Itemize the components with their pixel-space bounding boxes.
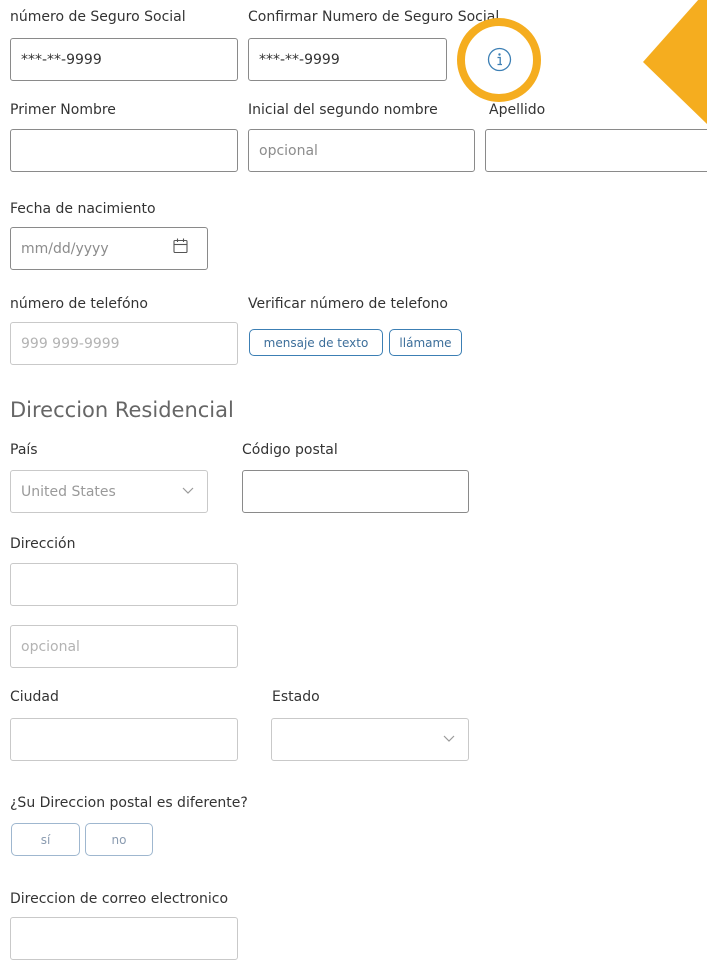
- phone-label: número de telefóno: [10, 296, 148, 312]
- address-line1-input[interactable]: [10, 563, 238, 606]
- zip-input[interactable]: [242, 470, 469, 513]
- country-label: País: [10, 442, 38, 458]
- pointer-arrow-shape: [643, 0, 707, 124]
- call-me-button[interactable]: llámame: [389, 329, 462, 356]
- mailing-different-question: ¿Su Direccion postal es diferente?: [10, 795, 248, 811]
- verify-phone-label: Verificar número de telefono: [248, 296, 448, 312]
- calendar-icon[interactable]: [173, 238, 188, 254]
- city-label: Ciudad: [10, 689, 59, 705]
- middle-initial-input[interactable]: [248, 129, 475, 172]
- state-label: Estado: [272, 689, 320, 705]
- first-name-label: Primer Nombre: [10, 102, 116, 118]
- first-name-input[interactable]: [10, 129, 238, 172]
- ssn-input[interactable]: [10, 38, 238, 81]
- mailing-no-button[interactable]: no: [85, 823, 153, 856]
- last-name-input[interactable]: [485, 129, 707, 172]
- chevron-down-icon: [182, 487, 194, 494]
- state-select[interactable]: [271, 718, 469, 761]
- phone-input[interactable]: [10, 322, 238, 365]
- email-input[interactable]: [10, 917, 238, 960]
- residential-address-title: Direccion Residencial: [10, 398, 234, 422]
- country-select-value: United States: [21, 483, 116, 500]
- confirm-ssn-input[interactable]: [248, 38, 447, 81]
- country-select[interactable]: United States: [10, 470, 208, 513]
- last-name-label: Apellido: [487, 102, 546, 119]
- chevron-down-icon: [443, 735, 455, 742]
- zip-label: Código postal: [242, 442, 338, 458]
- ssn-label: número de Seguro Social: [10, 9, 186, 25]
- info-icon[interactable]: [487, 47, 512, 72]
- dob-label: Fecha de nacimiento: [10, 201, 156, 217]
- middle-initial-label: Inicial del segundo nombre: [248, 102, 438, 118]
- email-label: Direccion de correo electronico: [10, 891, 229, 907]
- address-line2-input[interactable]: [10, 625, 238, 668]
- city-input[interactable]: [10, 718, 238, 761]
- mailing-yes-button[interactable]: sí: [11, 823, 80, 856]
- text-message-button[interactable]: mensaje de texto: [249, 329, 383, 356]
- address-label: Dirección: [10, 536, 76, 552]
